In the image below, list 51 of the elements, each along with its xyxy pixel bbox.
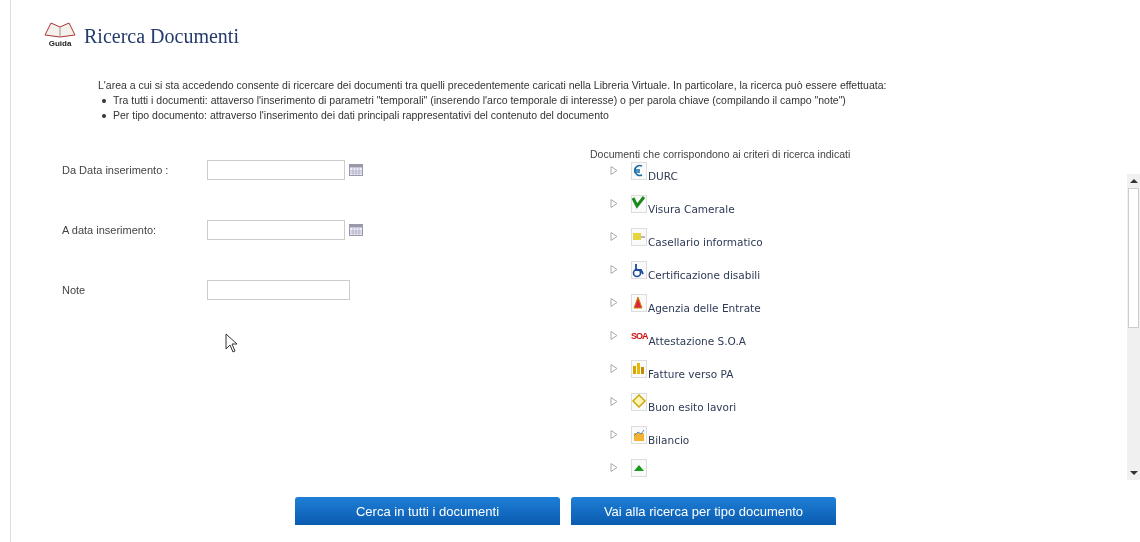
document-icon: [631, 228, 647, 246]
document-type-item[interactable]: Visura Camerale: [648, 203, 735, 215]
document-type-item[interactable]: Casellario informatico: [648, 236, 763, 248]
document-icon: [631, 195, 647, 213]
expand-arrow-icon[interactable]: [610, 298, 618, 307]
field-label: Da Data inserimento :: [62, 164, 170, 176]
document-type-item[interactable]: DURC: [648, 170, 678, 182]
expand-arrow-icon[interactable]: [610, 166, 618, 175]
expand-arrow-icon[interactable]: [610, 430, 618, 439]
document-icon: [631, 294, 647, 312]
page-title: Ricerca Documenti: [84, 25, 239, 48]
expand-arrow-icon[interactable]: [610, 331, 618, 340]
document-icon: [631, 393, 647, 411]
bullet-icon: [102, 113, 106, 118]
document-icon: [631, 360, 647, 378]
expand-arrow-icon[interactable]: [610, 265, 618, 274]
scrollbar[interactable]: [1127, 174, 1140, 480]
document-icon: [631, 261, 647, 279]
intro-text: L'area a cui si sta accedendo consente di ricercare dei documenti tra quelli precedentemente caricati nella Libreria Virtuale. In particolare, la ricerca può essere effettuata:: [98, 78, 887, 93]
expand-arrow-icon[interactable]: [610, 364, 618, 373]
bullet-text: Tra tutti i documenti: attaverso l'inserimento di parametri "temporali" (inserendo l'arco temporale di interesse) o per parola chiave (compilando il campo "note"): [113, 93, 846, 108]
expand-arrow-icon[interactable]: [610, 397, 618, 406]
logo-text: SOA: [631, 330, 648, 343]
scroll-down-icon[interactable]: [1129, 470, 1138, 476]
document-icon: [631, 459, 647, 477]
input-field[interactable]: [207, 160, 345, 180]
field-label: A data inserimento:: [62, 224, 158, 236]
document-type-item[interactable]: Bilancio: [648, 434, 690, 446]
document-type-item[interactable]: Buon esito lavori: [648, 401, 737, 413]
calendar-icon[interactable]: [349, 164, 363, 176]
results-heading: Documenti che corrispondono ai criteri di ricerca indicati: [590, 148, 852, 160]
mouse-pointer-icon: [225, 333, 239, 353]
expand-arrow-icon[interactable]: [610, 232, 618, 241]
document-icon: [631, 426, 647, 444]
bullet-icon: [102, 98, 106, 103]
calendar-icon[interactable]: [349, 224, 363, 236]
field-label: Note: [62, 284, 87, 296]
document-type-item[interactable]: Agenzia delle Entrate: [648, 302, 761, 314]
document-type-item[interactable]: Fatture verso PA: [648, 368, 734, 380]
input-field[interactable]: [207, 280, 350, 300]
document-icon: [631, 162, 647, 180]
expand-arrow-icon[interactable]: [610, 463, 618, 472]
document-type-item[interactable]: Attestazione S.O.A: [648, 335, 746, 347]
search-button[interactable]: Vai alla ricerca per tipo documento: [571, 497, 836, 525]
scroll-up-icon[interactable]: [1129, 178, 1138, 184]
scroll-thumb[interactable]: [1128, 188, 1139, 328]
input-field[interactable]: [207, 220, 345, 240]
bullet-text: Per tipo documento: attraverso l'inserimento dei dati principali rappresentativi del contenuto del documento: [113, 108, 609, 123]
search-button[interactable]: Cerca in tutti i documenti: [295, 497, 560, 525]
expand-arrow-icon[interactable]: [610, 199, 618, 208]
document-type-item[interactable]: Certificazione disabili: [648, 269, 761, 281]
